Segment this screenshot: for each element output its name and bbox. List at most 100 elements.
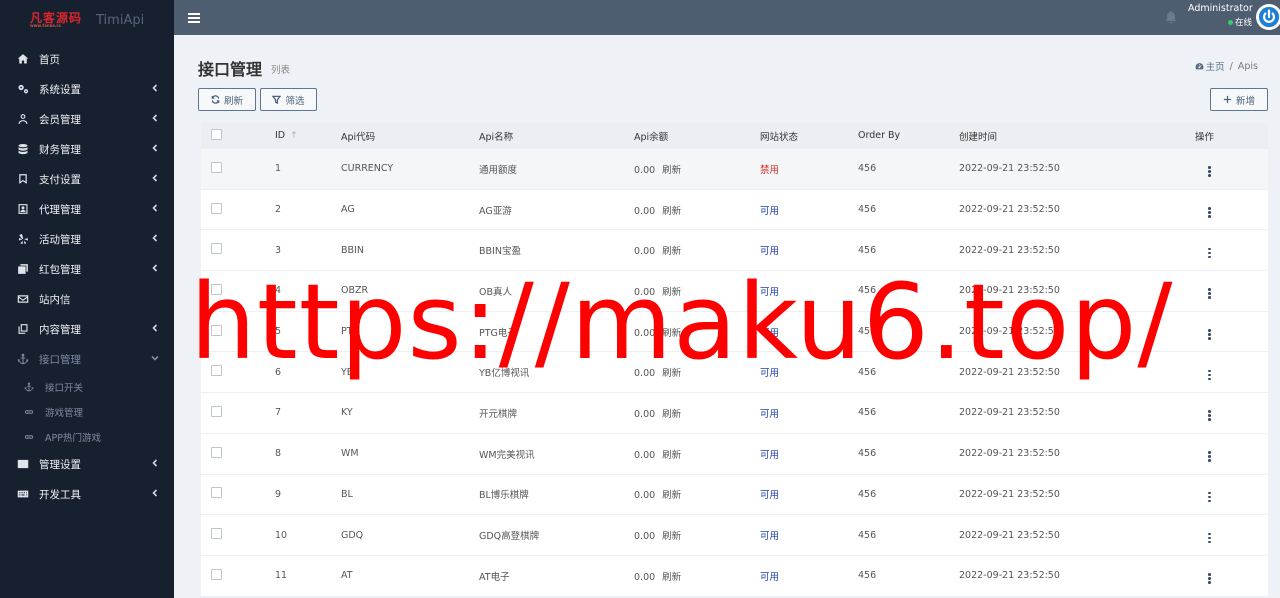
dashboard-icon [1195,62,1204,69]
sidebar-item-label: 系统设置 [39,83,81,96]
refresh-balance-link[interactable]: 刷新 [662,572,681,583]
row-checkbox[interactable] [211,487,222,501]
sidebar-item-0[interactable]: 首页 [0,44,174,74]
row-checkbox[interactable] [211,283,222,298]
more-actions-icon[interactable] [1205,369,1214,381]
chevron-left-icon [150,323,160,333]
status-badge[interactable]: 可用 [760,203,779,217]
balance-value: 0.00 [634,571,656,583]
chevron-left-icon [150,458,160,468]
row-checkbox[interactable] [211,365,222,379]
table-row: 7 KY 开元棋牌 0.00 刷新 可用 456 2022-09-21 23:52:50 [201,393,1268,434]
filter-button[interactable]: 筛选 [260,88,317,111]
row-checkbox[interactable] [211,243,222,257]
more-actions-icon[interactable] [1205,491,1214,503]
more-actions-icon[interactable] [1205,532,1214,544]
status-badge[interactable]: 可用 [760,487,779,501]
status-badge[interactable]: 可用 [760,528,779,542]
status-badge[interactable]: 可用 [760,365,779,379]
cell-created: 2022-09-21 23:52:50 [959,488,1060,500]
row-checkbox[interactable] [211,324,222,339]
refresh-balance-link[interactable]: 刷新 [662,368,681,379]
user-status: 在线 [1188,16,1252,28]
sidebar-item-10[interactable]: 接口管理 [0,344,174,374]
sidebar-item-3[interactable]: 财务管理 [0,134,174,164]
row-checkbox[interactable] [211,202,222,217]
status-badge[interactable]: 可用 [760,447,779,461]
address-card-icon [16,457,30,471]
more-actions-icon[interactable] [1205,288,1214,299]
row-checkbox[interactable] [211,446,222,461]
breadcrumb-home[interactable]: 主页 [1195,59,1225,73]
sidebar-item-label: 站内信 [39,293,71,306]
gears-icon [16,82,30,96]
status-badge[interactable]: 可用 [760,325,779,339]
bell-icon[interactable] [1164,10,1178,24]
row-checkbox[interactable] [211,568,222,583]
refresh-button-label: 刷新 [223,95,243,107]
sidebar-item-12[interactable]: 游戏管理 [0,399,174,424]
table-row: 11 AT AT电子 0.00 刷新 可用 456 2022-09-21 23:52:50 [201,555,1268,597]
user-info[interactable]: Administrator 在线 [1188,3,1253,28]
balance-value: 0.00 [634,490,656,502]
sidebar-item-7[interactable]: 红包管理 [0,254,174,284]
table-body: 1 CURRENCY 通用额度 0.00 刷新 禁用 456 2022-09-21 23:52… [201,149,1268,597]
sidebar-item-15[interactable]: 开发工具 [0,479,174,509]
row-checkbox[interactable] [211,161,222,176]
more-actions-icon[interactable] [1205,166,1214,177]
sort-arrow-icon[interactable]: ↑ [290,131,298,141]
avatar[interactable] [1256,4,1280,30]
refresh-balance-link[interactable]: 刷新 [662,287,681,298]
more-actions-icon[interactable] [1205,573,1214,584]
balance-value: 0.00 [634,246,656,258]
cell-code: AG [341,204,355,216]
cell-code: YB [341,366,354,378]
refresh-balance-link[interactable]: 刷新 [662,490,681,501]
more-actions-icon[interactable] [1205,451,1214,462]
sidebar-item-6[interactable]: 活动管理 [0,224,174,254]
online-dot-icon [1227,20,1233,25]
sidebar-item-13[interactable]: APP热门游戏 [0,424,174,449]
balance-value: 0.00 [634,531,656,543]
cell-id: 4 [275,285,282,297]
column-header-created: 创建时间 [959,131,998,143]
cell-created: 2022-09-21 23:52:50 [959,529,1060,541]
cell-balance: 0.00 刷新 [634,284,681,298]
add-button[interactable]: 新增 [1210,88,1268,111]
refresh-balance-link[interactable]: 刷新 [662,328,681,339]
select-all-checkbox[interactable] [211,128,222,143]
status-badge[interactable]: 可用 [760,284,779,298]
sidebar-item-11[interactable]: 接口开关 [0,374,174,399]
more-actions-icon[interactable] [1205,207,1214,218]
menu-toggle-icon[interactable] [188,12,200,23]
refresh-balance-link[interactable]: 刷新 [662,450,681,461]
sidebar-item-14[interactable]: 管理设置 [0,449,174,479]
refresh-balance-link[interactable]: 刷新 [662,409,681,420]
sidebar-item-8[interactable]: 站内信 [0,284,174,314]
row-actions [1195,202,1214,218]
status-badge[interactable]: 可用 [760,243,779,257]
more-actions-icon[interactable] [1205,410,1214,421]
row-checkbox[interactable] [211,528,222,542]
more-actions-icon[interactable] [1205,247,1214,259]
refresh-balance-link[interactable]: 刷新 [662,246,681,257]
brand-logo[interactable]: 凡客源码 www.fanke.cc TimiApi [0,0,174,40]
more-actions-icon[interactable] [1205,329,1214,340]
refresh-balance-link[interactable]: 刷新 [662,531,681,542]
breadcrumb: 主页 / Apis [1195,59,1258,73]
cell-name: BBIN宝盈 [479,246,521,258]
refresh-balance-link[interactable]: 刷新 [662,206,681,217]
sidebar-item-1[interactable]: 系统设置 [0,74,174,104]
status-badge[interactable]: 禁用 [760,162,779,176]
refresh-balance-link[interactable]: 刷新 [662,165,681,176]
sidebar-item-5[interactable]: 代理管理 [0,194,174,224]
row-checkbox[interactable] [211,405,222,420]
cell-order: 456 [858,204,877,216]
status-badge[interactable]: 可用 [760,569,779,583]
refresh-button[interactable]: 刷新 [198,88,256,111]
sidebar-item-4[interactable]: 支付设置 [0,164,174,194]
column-header-id[interactable]: ID ↑ [275,130,298,141]
status-badge[interactable]: 可用 [760,406,779,420]
sidebar-item-9[interactable]: 内容管理 [0,314,174,344]
sidebar-item-2[interactable]: 会员管理 [0,104,174,134]
